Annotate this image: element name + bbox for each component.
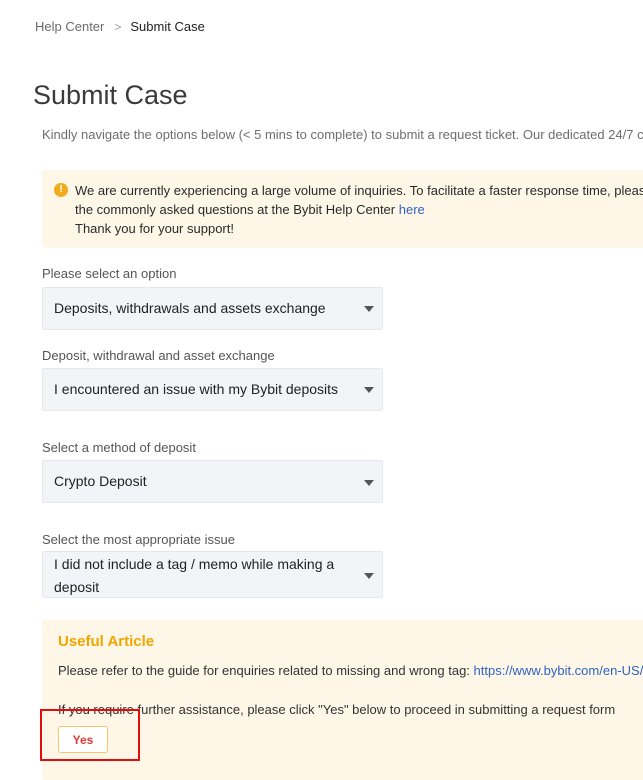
issue-select[interactable]: I did not include a tag / memo while mak… <box>42 551 383 598</box>
deposit-category-value: I encountered an issue with my Bybit dep… <box>54 381 339 397</box>
article-link[interactable]: https://www.bybit.com/en-US/h <box>474 663 643 678</box>
notice-banner: ! We are currently experiencing a large … <box>42 170 643 248</box>
notice-line-2-text: the commonly asked questions at the Bybi… <box>75 202 399 217</box>
issue-value-line-2: deposit <box>54 579 100 595</box>
chevron-down-icon <box>364 480 374 486</box>
notice-line-2: the commonly asked questions at the Bybi… <box>75 200 643 219</box>
issue-label: Select the most appropriate issue <box>42 532 235 547</box>
assist-text: If you require further assistance, pleas… <box>58 702 616 717</box>
deposit-method-value: Crypto Deposit <box>54 473 147 489</box>
deposit-method-label: Select a method of deposit <box>42 440 196 455</box>
chevron-right-icon: > <box>114 19 122 34</box>
intro-text: Kindly navigate the options below (< 5 m… <box>42 127 643 142</box>
breadcrumb-help-center[interactable]: Help Center <box>35 19 104 34</box>
notice-line-1: We are currently experiencing a large vo… <box>75 183 643 198</box>
info-icon: ! <box>54 183 68 197</box>
highlight-box <box>40 709 140 761</box>
article-title: Useful Article <box>58 633 155 650</box>
issue-value-line-1: I did not include a tag / memo while mak… <box>54 556 335 572</box>
chevron-down-icon <box>364 306 374 312</box>
option-label: Please select an option <box>42 266 177 281</box>
article-text: Please refer to the guide for enquiries … <box>58 663 643 678</box>
deposit-category-select[interactable]: I encountered an issue with my Bybit dep… <box>42 368 383 411</box>
notice-line-3: Thank you for your support! <box>75 221 234 236</box>
breadcrumb-current: Submit Case <box>130 19 205 34</box>
option-select[interactable]: Deposits, withdrawals and assets exchang… <box>42 287 383 330</box>
help-center-link[interactable]: here <box>399 202 425 217</box>
deposit-category-label: Deposit, withdrawal and asset exchange <box>42 348 275 363</box>
article-text-prefix: Please refer to the guide for enquiries … <box>58 663 474 678</box>
deposit-method-select[interactable]: Crypto Deposit <box>42 460 383 503</box>
chevron-down-icon <box>364 387 374 393</box>
issue-select-value: I did not include a tag / memo while mak… <box>54 553 334 599</box>
page-title: Submit Case <box>33 80 188 110</box>
breadcrumb: Help Center > Submit Case <box>35 19 205 34</box>
option-select-value: Deposits, withdrawals and assets exchang… <box>54 300 326 316</box>
notice-text: We are currently experiencing a large vo… <box>75 181 643 238</box>
chevron-down-icon <box>364 573 374 579</box>
